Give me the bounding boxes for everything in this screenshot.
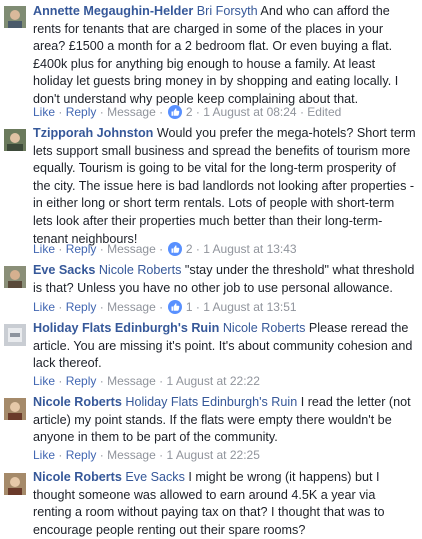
reply-button[interactable]: Reply <box>66 448 97 462</box>
comment-actions: Like · Reply · Message · 1 · 1 August at… <box>33 300 297 314</box>
comment-timestamp[interactable]: 1 August at 22:25 <box>166 448 259 462</box>
avatar[interactable] <box>4 266 26 288</box>
message-button[interactable]: Message <box>107 242 156 256</box>
comment-mention[interactable]: Eve Sacks <box>125 470 185 484</box>
like-reaction-icon[interactable] <box>168 300 183 314</box>
avatar[interactable] <box>4 398 26 420</box>
like-reaction-icon[interactable] <box>168 105 183 119</box>
comment-author[interactable]: Tzipporah Johnston <box>33 126 153 140</box>
comment-body: Annette Megaughin-Helder Bri Forsyth And… <box>33 3 416 109</box>
like-button[interactable]: Like <box>33 374 55 388</box>
comment-timestamp[interactable]: 1 August at 13:43 <box>203 242 296 256</box>
comment-author[interactable]: Annette Megaughin-Helder <box>33 4 193 18</box>
comment-body: Tzipporah Johnston Would you prefer the … <box>33 125 416 248</box>
comment-mention[interactable]: Nicole Roberts <box>99 263 182 277</box>
comment-timestamp[interactable]: 1 August at 08:24 <box>203 105 296 119</box>
comment-actions: Like · Reply · Message · 2 · 1 August at… <box>33 242 297 256</box>
reply-button[interactable]: Reply <box>66 242 97 256</box>
reaction-count[interactable]: 1 <box>186 300 193 314</box>
comment-author[interactable]: Nicole Roberts <box>33 395 122 409</box>
comment-timestamp[interactable]: 1 August at 13:51 <box>203 300 296 314</box>
message-button[interactable]: Message <box>107 105 156 119</box>
avatar[interactable] <box>4 129 26 151</box>
message-button[interactable]: Message <box>107 300 156 314</box>
comment-author[interactable]: Eve Sacks <box>33 263 95 277</box>
reaction-count[interactable]: 2 <box>186 105 193 119</box>
like-button[interactable]: Like <box>33 448 55 462</box>
comment-text: And who can afford the rents for tenants… <box>33 4 399 106</box>
comment-actions: Like · Reply · Message · 1 August at 22:… <box>33 374 260 388</box>
comment-body: Nicole Roberts Holiday Flats Edinburgh's… <box>33 394 416 447</box>
message-button[interactable]: Message <box>107 374 156 388</box>
like-reaction-icon[interactable] <box>168 242 183 256</box>
message-button[interactable]: Message <box>107 448 156 462</box>
comment-author[interactable]: Nicole Roberts <box>33 470 122 484</box>
like-button[interactable]: Like <box>33 105 55 119</box>
comment-body: Holiday Flats Edinburgh's Ruin Nicole Ro… <box>33 320 416 373</box>
comment-actions: Like · Reply · Message · 2 · 1 August at… <box>33 105 342 119</box>
comment-text: Would you prefer the mega-hotels? Short … <box>33 126 416 246</box>
comment-actions: Like · Reply · Message · 1 August at 22:… <box>33 448 260 462</box>
comment-mention[interactable]: Holiday Flats Edinburgh's Ruin <box>125 395 297 409</box>
avatar[interactable] <box>4 6 26 28</box>
reply-button[interactable]: Reply <box>66 105 97 119</box>
comment-mention[interactable]: Nicole Roberts <box>223 321 306 335</box>
comment-mention[interactable]: Bri Forsyth <box>197 4 258 18</box>
reply-button[interactable]: Reply <box>66 300 97 314</box>
avatar[interactable] <box>4 324 26 346</box>
comment-body: Eve Sacks Nicole Roberts "stay under the… <box>33 262 416 297</box>
comment-timestamp[interactable]: 1 August at 22:22 <box>166 374 259 388</box>
reply-button[interactable]: Reply <box>66 374 97 388</box>
comment-author[interactable]: Holiday Flats Edinburgh's Ruin <box>33 321 219 335</box>
avatar[interactable] <box>4 473 26 495</box>
like-button[interactable]: Like <box>33 242 55 256</box>
edited-label[interactable]: Edited <box>307 105 341 119</box>
like-button[interactable]: Like <box>33 300 55 314</box>
reaction-count[interactable]: 2 <box>186 242 193 256</box>
comment-body: Nicole Roberts Eve Sacks I might be wron… <box>33 469 416 539</box>
